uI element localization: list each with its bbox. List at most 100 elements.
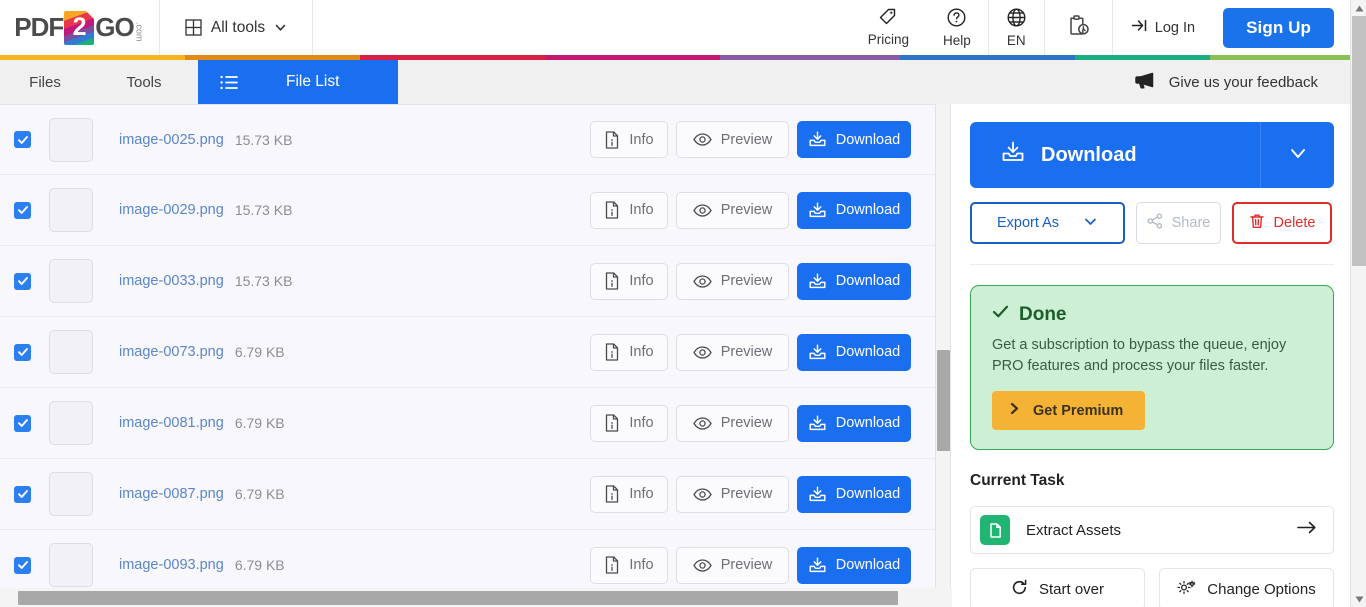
file-thumbnail — [49, 401, 93, 445]
file-preview-button[interactable]: Preview — [676, 262, 789, 300]
all-tools-label: All tools — [210, 18, 266, 36]
file-row: image-0029.png 15.73 KB Info Preview Downloa… — [0, 175, 935, 246]
file-download-button[interactable]: Download — [797, 121, 911, 158]
language-selector[interactable]: EN — [989, 0, 1044, 55]
file-select-checkbox[interactable] — [14, 343, 31, 361]
logo-dotcom-text: .com — [134, 21, 145, 42]
horizontal-scrollbar[interactable] — [0, 588, 952, 607]
change-options-button[interactable]: Change Options — [1159, 568, 1334, 607]
current-task-card[interactable]: Extract Assets — [970, 506, 1334, 555]
file-thumbnail — [49, 330, 93, 374]
file-preview-button[interactable]: Preview — [676, 191, 789, 229]
download-icon — [808, 485, 827, 504]
file-download-label: Download — [835, 131, 901, 148]
file-name-link[interactable]: image-0081.png — [119, 415, 224, 431]
tab-file-list[interactable]: File List — [198, 60, 398, 104]
sidebar-download-button[interactable]: Download — [970, 122, 1260, 188]
pdf2go-logo[interactable]: PDF 2 GO .com — [14, 10, 145, 45]
download-icon — [1000, 139, 1026, 171]
file-download-button[interactable]: Download — [797, 404, 911, 442]
file-preview-button[interactable]: Preview — [676, 404, 789, 442]
file-info-button[interactable]: Info — [590, 404, 668, 442]
file-row-actions: Info Preview Download — [590, 546, 935, 584]
file-size-label: 15.73 KB — [234, 131, 293, 148]
get-premium-button[interactable]: Get Premium — [992, 391, 1146, 431]
file-row: image-0093.png 6.79 KB Info Preview Download — [0, 530, 935, 588]
check-icon — [992, 303, 1009, 326]
file-info-button[interactable]: Info — [590, 546, 668, 584]
file-preview-label: Preview — [720, 202, 773, 218]
file-row: image-0087.png 6.79 KB Info Preview Download — [0, 459, 935, 530]
tab-bar-right: Give us your feedback — [398, 60, 1350, 104]
file-select-checkbox[interactable] — [14, 556, 31, 574]
chevron-down-icon — [1083, 214, 1098, 233]
logo-go-text: GO — [95, 12, 134, 42]
file-select-checkbox[interactable] — [14, 272, 31, 290]
file-info-icon — [604, 201, 620, 219]
file-info-button[interactable]: Info — [590, 333, 668, 371]
file-info-label: Info — [629, 344, 654, 360]
file-preview-button[interactable]: Preview — [676, 546, 789, 584]
file-select-checkbox[interactable] — [14, 414, 31, 432]
page-scrollbar-thumb[interactable] — [1352, 16, 1366, 266]
tab-files[interactable]: Files — [0, 60, 90, 104]
login-button[interactable]: Log In — [1113, 0, 1213, 55]
file-info-button[interactable]: Info — [590, 121, 668, 158]
export-as-button[interactable]: Export As — [970, 202, 1125, 244]
chevron-down-icon — [1287, 142, 1309, 169]
clipboard-clock-icon — [1065, 12, 1092, 44]
file-list-scrollbar-thumb[interactable] — [937, 350, 950, 451]
start-over-button[interactable]: Start over — [970, 568, 1145, 607]
page-scrollbar[interactable] — [1350, 0, 1366, 607]
file-download-button[interactable]: Download — [797, 475, 911, 513]
file-name-link[interactable]: image-0025.png — [119, 132, 224, 148]
change-options-label: Change Options — [1207, 580, 1316, 598]
task-history-button[interactable] — [1045, 0, 1112, 55]
share-button[interactable]: Share — [1136, 202, 1221, 244]
all-tools-menu[interactable]: All tools — [160, 0, 313, 55]
file-name-link[interactable]: image-0093.png — [119, 557, 224, 573]
file-select-checkbox[interactable] — [14, 131, 31, 148]
file-preview-button[interactable]: Preview — [676, 475, 789, 513]
file-info-button[interactable]: Info — [590, 262, 668, 300]
question-circle-icon — [946, 7, 967, 33]
logo-container[interactable]: PDF 2 GO .com — [0, 0, 160, 55]
sidebar-download-split-button[interactable]: Download — [970, 122, 1334, 188]
eye-icon — [692, 487, 712, 501]
file-download-button[interactable]: Download — [797, 191, 911, 229]
file-size-label: 6.79 KB — [234, 415, 285, 431]
help-nav-item[interactable]: Help — [926, 0, 988, 55]
delete-button[interactable]: Delete — [1232, 202, 1332, 244]
file-download-button[interactable]: Download — [797, 333, 911, 371]
feedback-button[interactable]: Give us your feedback — [1134, 71, 1318, 94]
get-premium-label: Get Premium — [1033, 402, 1124, 419]
file-list-scrollbar[interactable] — [935, 104, 951, 588]
pricing-nav-item[interactable]: Pricing — [851, 0, 926, 55]
file-name-link[interactable]: image-0073.png — [119, 344, 224, 360]
scroll-up-arrow-icon[interactable] — [1351, 0, 1366, 16]
file-name-link[interactable]: image-0087.png — [119, 486, 224, 502]
globe-icon — [1006, 7, 1027, 33]
logo-2-badge-icon: 2 — [64, 10, 95, 45]
scroll-down-arrow-icon[interactable] — [1351, 591, 1366, 607]
file-select-checkbox[interactable] — [14, 485, 31, 503]
file-preview-button[interactable]: Preview — [676, 333, 789, 371]
file-row-actions: Info Preview Download — [590, 404, 935, 442]
file-row-actions: Info Preview Download — [590, 333, 935, 371]
file-name-link[interactable]: image-0033.png — [119, 273, 224, 289]
feedback-label: Give us your feedback — [1168, 73, 1318, 91]
file-download-button[interactable]: Download — [797, 262, 911, 300]
done-title-label: Done — [1019, 303, 1067, 325]
file-download-button[interactable]: Download — [797, 546, 911, 584]
file-preview-button[interactable]: Preview — [676, 121, 789, 158]
sidebar-download-dropdown[interactable] — [1260, 122, 1334, 188]
tab-tools[interactable]: Tools — [90, 60, 198, 104]
file-info-button[interactable]: Info — [590, 191, 668, 229]
file-info-button[interactable]: Info — [590, 475, 668, 513]
signup-button[interactable]: Sign Up — [1223, 7, 1334, 48]
file-download-label: Download — [835, 273, 901, 289]
file-name-link[interactable]: image-0029.png — [119, 202, 224, 218]
file-select-checkbox[interactable] — [14, 201, 31, 219]
horizontal-scrollbar-thumb[interactable] — [18, 591, 898, 605]
file-download-label: Download — [835, 486, 901, 502]
